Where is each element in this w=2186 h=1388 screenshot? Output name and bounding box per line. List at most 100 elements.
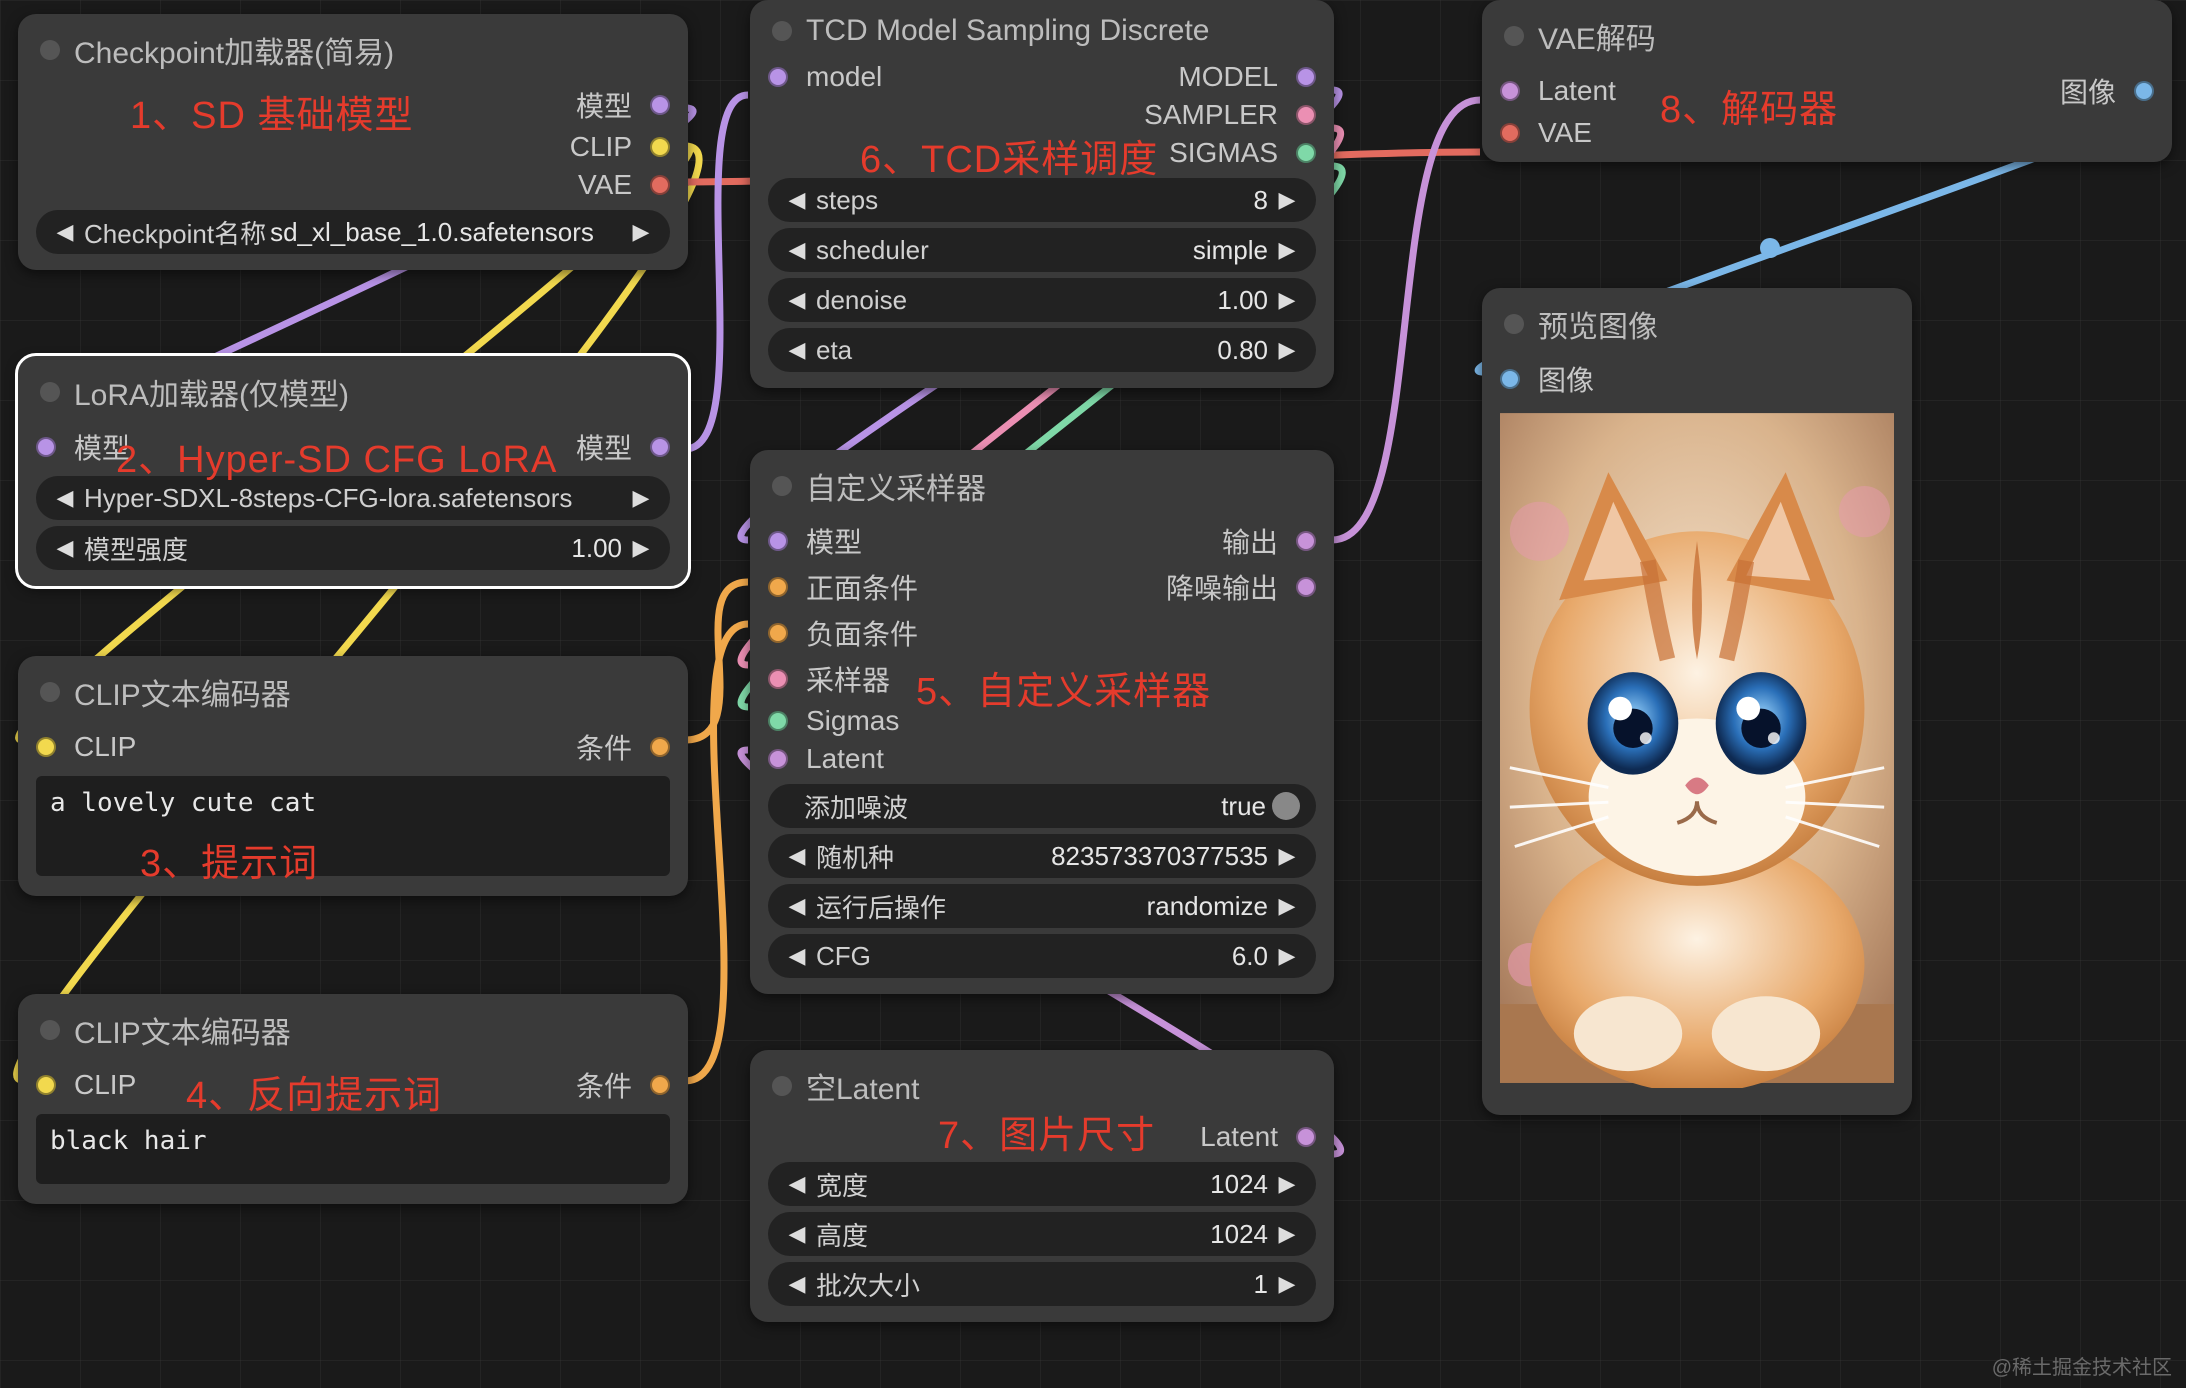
node-title[interactable]: CLIP文本编码器 <box>18 994 688 1062</box>
steps-widget[interactable]: ◀steps8▶ <box>768 178 1316 222</box>
node-clip-encode-negative[interactable]: CLIP文本编码器 CLIP 条件 black hair <box>18 994 688 1204</box>
chevron-right-icon[interactable]: ▶ <box>1274 1171 1300 1197</box>
chevron-left-icon[interactable]: ◀ <box>784 1171 810 1197</box>
in-latent-label: Latent <box>1538 75 1616 107</box>
chevron-left-icon[interactable]: ◀ <box>52 535 78 561</box>
port-latent-in[interactable] <box>768 749 788 769</box>
port-sigmas-out[interactable] <box>1296 143 1316 163</box>
collapse-dot-icon[interactable] <box>1504 26 1524 46</box>
port-clip-in[interactable] <box>36 737 56 757</box>
port-clip-out[interactable] <box>650 137 670 157</box>
chevron-right-icon[interactable]: ▶ <box>628 485 654 511</box>
port-cond-out[interactable] <box>650 737 670 757</box>
collapse-dot-icon[interactable] <box>1504 314 1524 334</box>
node-title[interactable]: VAE解码 <box>1482 0 2172 68</box>
port-sigmas-in[interactable] <box>768 711 788 731</box>
chevron-right-icon[interactable]: ▶ <box>1274 893 1300 919</box>
collapse-dot-icon[interactable] <box>772 476 792 496</box>
node-empty-latent[interactable]: 空Latent Latent ◀宽度1024▶ ◀高度1024▶ ◀批次大小1▶ <box>750 1050 1334 1322</box>
chevron-left-icon[interactable]: ◀ <box>784 287 810 313</box>
add-noise-widget[interactable]: 添加噪波true <box>768 784 1316 828</box>
node-title[interactable]: 预览图像 <box>1482 288 1912 356</box>
port-clip-in[interactable] <box>36 1075 56 1095</box>
prompt-textarea[interactable]: a lovely cute cat <box>36 776 670 876</box>
node-clip-encode-positive[interactable]: CLIP文本编码器 CLIP 条件 a lovely cute cat <box>18 656 688 896</box>
chevron-left-icon[interactable]: ◀ <box>784 337 810 363</box>
port-model-out[interactable] <box>1296 67 1316 87</box>
chevron-left-icon[interactable]: ◀ <box>52 219 78 245</box>
chevron-left-icon[interactable]: ◀ <box>784 843 810 869</box>
port-cond-out[interactable] <box>650 1075 670 1095</box>
collapse-dot-icon[interactable] <box>40 382 60 402</box>
node-custom-sampler[interactable]: 自定义采样器 模型 输出 正面条件 降噪输出 负面条件 采样器 Sigmas L… <box>750 450 1334 994</box>
seed-widget[interactable]: ◀随机种823573370377535▶ <box>768 834 1316 878</box>
chevron-right-icon[interactable]: ▶ <box>1274 843 1300 869</box>
port-model-out[interactable] <box>650 95 670 115</box>
port-image-in[interactable] <box>1500 369 1520 389</box>
node-title[interactable]: CLIP文本编码器 <box>18 656 688 724</box>
collapse-dot-icon[interactable] <box>40 40 60 60</box>
port-model-out[interactable] <box>650 437 670 457</box>
node-preview-image[interactable]: 预览图像 图像 <box>1482 288 1912 1115</box>
node-checkpoint-loader[interactable]: Checkpoint加载器(简易) 模型 CLIP VAE ◀ Checkpoi… <box>18 14 688 270</box>
cfg-widget[interactable]: ◀CFG6.0▶ <box>768 934 1316 978</box>
port-image-out[interactable] <box>2134 81 2154 101</box>
collapse-dot-icon[interactable] <box>40 682 60 702</box>
chevron-right-icon[interactable]: ▶ <box>1274 943 1300 969</box>
chevron-right-icon[interactable]: ▶ <box>1274 337 1300 363</box>
chevron-right-icon[interactable]: ▶ <box>1274 187 1300 213</box>
port-model-in[interactable] <box>768 531 788 551</box>
port-denoised-out[interactable] <box>1296 577 1316 597</box>
chevron-right-icon[interactable]: ▶ <box>628 535 654 561</box>
port-vae-in[interactable] <box>1500 123 1520 143</box>
port-sampler-in[interactable] <box>768 669 788 689</box>
node-title[interactable]: TCD Model Sampling Discrete <box>750 0 1334 58</box>
node-title[interactable]: LoRA加载器(仅模型) <box>18 356 688 424</box>
port-latent-out[interactable] <box>1296 1127 1316 1147</box>
chevron-left-icon[interactable]: ◀ <box>784 1221 810 1247</box>
port-vae-out[interactable] <box>650 175 670 195</box>
width-widget[interactable]: ◀宽度1024▶ <box>768 1162 1316 1206</box>
chevron-left-icon[interactable]: ◀ <box>784 1271 810 1297</box>
collapse-dot-icon[interactable] <box>772 21 792 41</box>
height-widget[interactable]: ◀高度1024▶ <box>768 1212 1316 1256</box>
chevron-right-icon[interactable]: ▶ <box>1274 1221 1300 1247</box>
chevron-left-icon[interactable]: ◀ <box>784 893 810 919</box>
node-title[interactable]: Checkpoint加载器(简易) <box>18 14 688 82</box>
lora-file-widget[interactable]: ◀ Hyper-SDXL-8steps-CFG-lora.safetensors… <box>36 476 670 520</box>
chevron-left-icon[interactable]: ◀ <box>784 237 810 263</box>
port-latent-in[interactable] <box>1500 81 1520 101</box>
batch-widget[interactable]: ◀批次大小1▶ <box>768 1262 1316 1306</box>
chevron-left-icon[interactable]: ◀ <box>52 485 78 511</box>
node-lora-loader[interactable]: LoRA加载器(仅模型) 模型 模型 ◀ Hyper-SDXL-8steps-C… <box>18 356 688 586</box>
chevron-left-icon[interactable]: ◀ <box>784 943 810 969</box>
port-model-in[interactable] <box>768 67 788 87</box>
denoise-widget[interactable]: ◀denoise1.00▶ <box>768 278 1316 322</box>
collapse-dot-icon[interactable] <box>40 1020 60 1040</box>
collapse-dot-icon[interactable] <box>772 1076 792 1096</box>
chevron-right-icon[interactable]: ▶ <box>1274 287 1300 313</box>
port-model-in[interactable] <box>36 437 56 457</box>
node-vae-decode[interactable]: VAE解码 Latent 图像 VAE <box>1482 0 2172 162</box>
out-cond-label: 条件 <box>576 1065 632 1105</box>
lora-strength-widget[interactable]: ◀ 模型强度 1.00 ▶ <box>36 526 670 570</box>
eta-widget[interactable]: ◀eta0.80▶ <box>768 328 1316 372</box>
node-title[interactable]: 自定义采样器 <box>750 450 1334 518</box>
node-tcd-sampling[interactable]: TCD Model Sampling Discrete model MODEL … <box>750 0 1334 388</box>
node-title[interactable]: 空Latent <box>750 1050 1334 1118</box>
in-sampler-label: 采样器 <box>806 659 890 699</box>
port-negative-in[interactable] <box>768 623 788 643</box>
port-positive-in[interactable] <box>768 577 788 597</box>
scheduler-widget[interactable]: ◀schedulersimple▶ <box>768 228 1316 272</box>
chevron-left-icon[interactable]: ◀ <box>784 187 810 213</box>
port-output-out[interactable] <box>1296 531 1316 551</box>
port-sampler-out[interactable] <box>1296 105 1316 125</box>
toggle-knob-icon[interactable] <box>1272 792 1300 820</box>
chevron-right-icon[interactable]: ▶ <box>1274 237 1300 263</box>
negative-prompt-textarea[interactable]: black hair <box>36 1114 670 1184</box>
checkpoint-file-widget[interactable]: ◀ Checkpoint名称 sd_xl_base_1.0.safetensor… <box>36 210 670 254</box>
checkpoint-file-value: sd_xl_base_1.0.safetensors <box>266 217 628 248</box>
chevron-right-icon[interactable]: ▶ <box>1274 1271 1300 1297</box>
after-generate-widget[interactable]: ◀运行后操作randomize▶ <box>768 884 1316 928</box>
chevron-right-icon[interactable]: ▶ <box>628 219 654 245</box>
